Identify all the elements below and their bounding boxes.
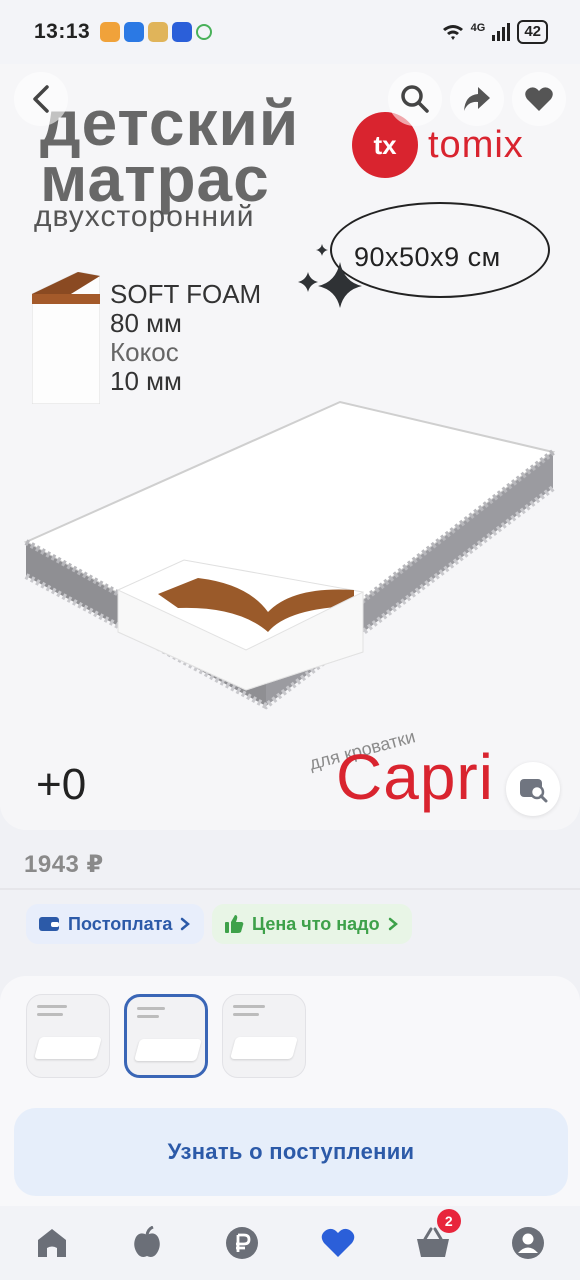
nav-catalog[interactable] <box>125 1221 169 1265</box>
thumbs-up-icon <box>225 915 244 933</box>
wifi-icon <box>442 25 463 40</box>
profile-icon <box>511 1227 544 1259</box>
chevron-left-icon <box>33 85 49 113</box>
nav-favorites[interactable] <box>316 1221 360 1265</box>
thumbnail-image-selected[interactable] <box>124 994 208 1078</box>
detmir-icon <box>172 22 193 42</box>
mattress-illustration <box>23 400 556 710</box>
image-subtitle: двухсторонний <box>34 200 255 233</box>
layer2-name: Кокос <box>110 337 179 367</box>
status-bar: 13:13 4G 42 <box>0 0 580 64</box>
wallet-icon <box>39 917 59 931</box>
sparkle-icon <box>298 244 362 308</box>
brand-logo-group: tx tomix <box>352 112 524 178</box>
search-button[interactable] <box>388 72 442 126</box>
thumb-mattress <box>134 1039 202 1061</box>
layer1-name: SOFT FOAM <box>110 279 262 309</box>
thumb-text-line <box>233 1013 259 1016</box>
thumb-mattress <box>230 1037 298 1059</box>
ruble-icon <box>226 1227 259 1259</box>
signal-icon <box>492 23 511 41</box>
image-search-icon <box>520 779 548 803</box>
image-search-button[interactable] <box>506 762 560 816</box>
nav-home[interactable] <box>30 1221 74 1265</box>
notification-app-icon <box>100 22 121 42</box>
brand-name: tomix <box>428 123 524 166</box>
divider <box>0 888 580 890</box>
cart-badge: 2 <box>436 1209 461 1233</box>
bottom-navigation: 2 <box>0 1206 580 1280</box>
dimensions-label: 90x50x9 см <box>354 242 501 272</box>
notify-arrival-button[interactable]: Узнать о поступлении <box>14 1108 568 1196</box>
search-icon <box>401 85 429 113</box>
nav-cart[interactable]: 2 <box>411 1209 461 1265</box>
nav-payments[interactable] <box>220 1221 264 1265</box>
share-button[interactable] <box>450 72 504 126</box>
nav-profile[interactable] <box>506 1221 550 1265</box>
product-image-gallery[interactable]: детский матрас двухсторонний tx tomix 90… <box>0 64 580 830</box>
good-price-chip[interactable]: Цена что надо <box>212 904 412 944</box>
thumb-text-line <box>37 1005 67 1008</box>
series-name: Capri <box>336 741 494 813</box>
thumbnail-image[interactable] <box>222 994 306 1078</box>
good-price-chip-label: Цена что надо <box>252 913 380 934</box>
heart-icon <box>321 1228 354 1257</box>
extra-images-counter: +0 <box>36 760 87 809</box>
thumbnail-image[interactable] <box>26 994 110 1078</box>
thumb-mattress <box>34 1037 102 1059</box>
battery-indicator: 42 <box>517 20 548 44</box>
postpay-chip-label: Постоплата <box>68 913 173 934</box>
thumb-text-line <box>233 1005 265 1008</box>
clock: 13:13 <box>34 20 91 43</box>
favorite-button[interactable] <box>512 72 566 126</box>
status-indicators: 4G 42 <box>441 20 548 44</box>
notification-icons <box>100 22 213 42</box>
thumb-text-line <box>137 1015 159 1018</box>
catalog-apple-icon <box>134 1226 160 1257</box>
thumb-text-line <box>37 1013 63 1016</box>
foam-layer-sample <box>32 272 100 404</box>
heart-icon <box>525 87 553 111</box>
layer-specs: SOFT FOAM 80 мм Кокос 10 мм <box>110 280 261 396</box>
postpay-chip[interactable]: Постоплата <box>26 904 204 944</box>
chevron-right-icon <box>388 917 398 931</box>
vk-icon <box>124 22 145 42</box>
back-button[interactable] <box>14 72 68 126</box>
product-price: 1943 ₽ <box>24 851 104 878</box>
network-type: 4G <box>470 22 486 34</box>
notification-app-icon <box>148 22 169 42</box>
check-circle-icon <box>196 24 213 40</box>
layer2-thickness: 10 мм <box>110 366 182 396</box>
chevron-right-icon <box>181 917 191 931</box>
share-icon <box>464 87 490 111</box>
layer1-thickness: 80 мм <box>110 308 182 338</box>
thumb-text-line <box>137 1007 165 1010</box>
home-icon <box>38 1229 66 1257</box>
